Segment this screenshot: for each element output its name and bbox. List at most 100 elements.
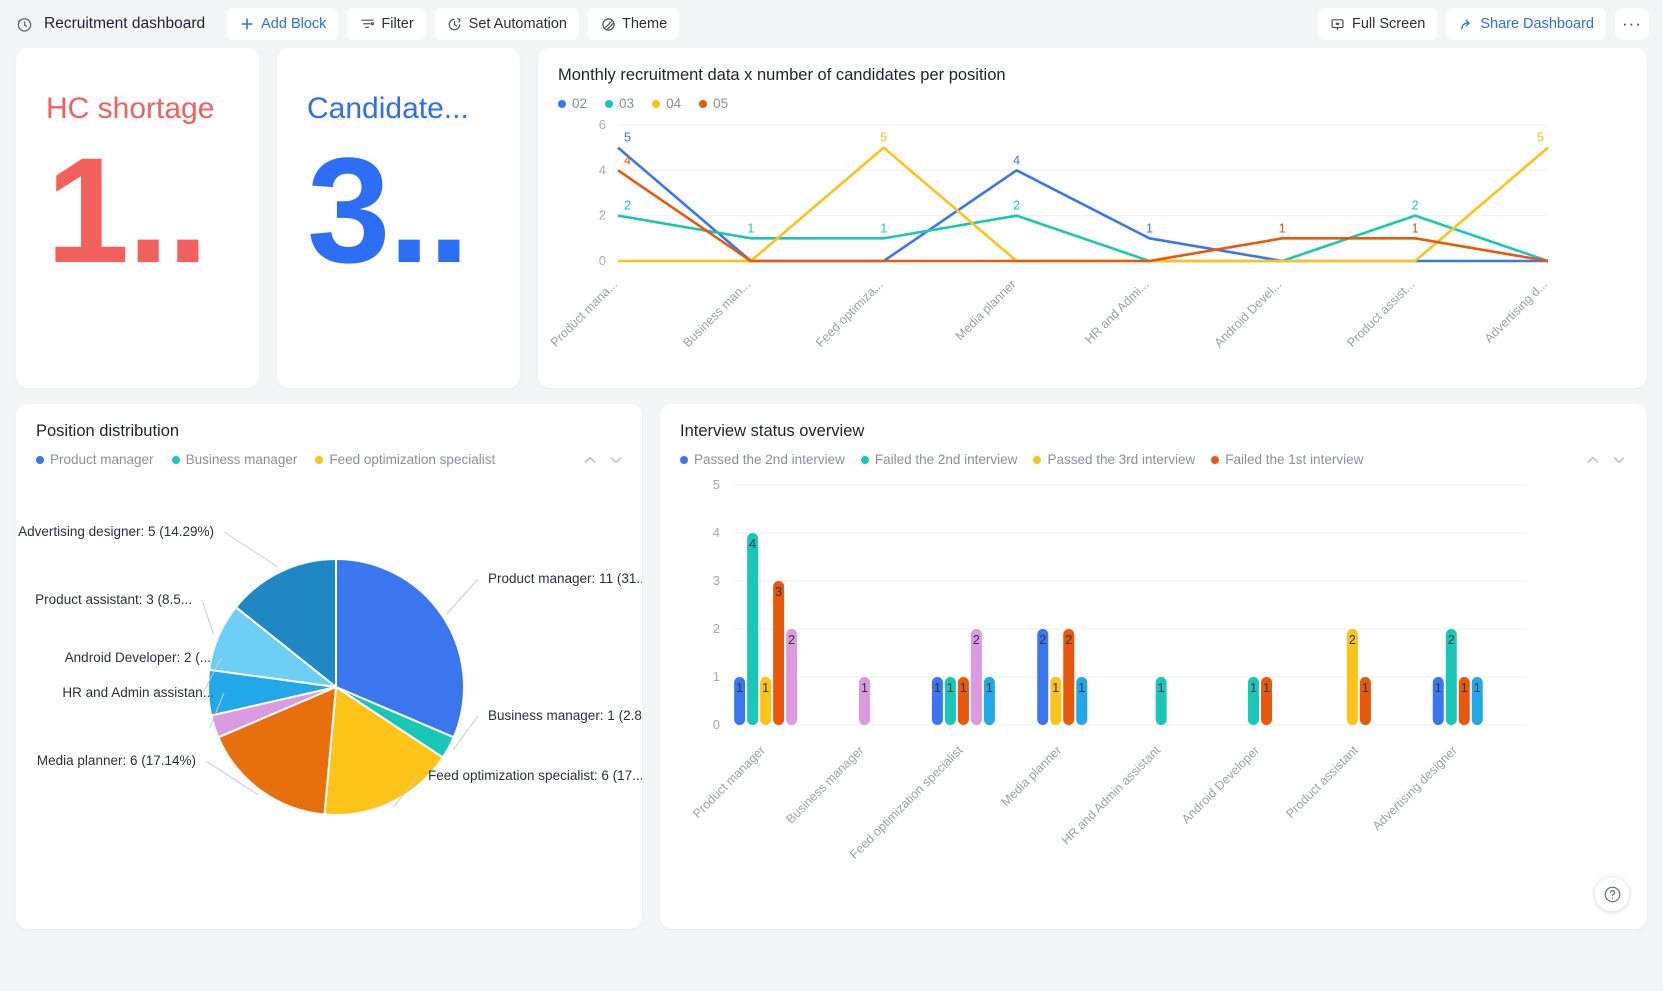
share-dashboard-button[interactable]: Share Dashboard <box>1446 8 1606 40</box>
pie-chart-card[interactable]: Position distribution Product manager Bus… <box>16 404 642 929</box>
legend-color-dot <box>699 99 708 108</box>
x-axis-category-label: HR and Admi... <box>1082 277 1151 346</box>
line-point-label: 1 <box>1412 221 1419 235</box>
dashboard-row-2: Position distribution Product manager Bus… <box>16 404 1647 929</box>
pie-slice-label: Business manager: 1 (2.8... <box>488 708 642 723</box>
pie-slice-label: Android Developer: 2 (... <box>65 650 211 665</box>
x-axis-category-label: Business manager <box>784 743 867 826</box>
legend-color-dot <box>315 455 324 464</box>
legend-item[interactable]: Feed optimization specialist <box>315 452 495 467</box>
set-automation-button[interactable]: Set Automation <box>434 8 579 40</box>
bar-value-label: 1 <box>986 681 993 695</box>
chevron-up-icon[interactable] <box>582 452 598 468</box>
bar-value-label: 1 <box>1263 681 1270 695</box>
legend-color-dot <box>1211 455 1220 464</box>
x-axis-category-label: Product mana... <box>548 277 620 349</box>
y-axis-tick: 0 <box>599 253 606 268</box>
toolbar-left: Recruitment dashboard <box>14 14 205 34</box>
help-button[interactable] <box>1595 877 1629 911</box>
add-block-label: Add Block <box>261 16 327 32</box>
set-automation-label: Set Automation <box>468 16 567 32</box>
legend-label: 03 <box>619 96 635 111</box>
line-point-label: 1 <box>880 221 887 235</box>
filter-button[interactable]: Filter <box>347 8 426 40</box>
legend-item[interactable]: 02 <box>558 96 587 111</box>
filter-label: Filter <box>381 16 414 32</box>
x-axis-category-label: Android Devel... <box>1212 277 1285 350</box>
line-point-label: 1 <box>1146 221 1153 235</box>
theme-label: Theme <box>622 16 668 32</box>
line-chart-card[interactable]: Monthly recruitment data x number of can… <box>538 48 1647 388</box>
y-axis-tick: 4 <box>599 162 606 177</box>
x-axis-category-label: Feed optimiza... <box>813 277 886 350</box>
legend-item[interactable]: 05 <box>699 96 728 111</box>
y-axis-tick: 2 <box>713 621 720 636</box>
legend-color-dot <box>171 455 180 464</box>
legend-item[interactable]: 04 <box>652 96 681 111</box>
toolbar-actions: Add Block Filter Set Automation Theme <box>227 8 680 40</box>
add-block-button[interactable]: Add Block <box>227 8 339 40</box>
bar-value-label: 2 <box>1039 633 1046 647</box>
line-point-label: 1 <box>747 221 754 235</box>
line-point-label: 2 <box>1412 199 1419 213</box>
line-series-02 <box>617 146 1548 263</box>
line-point-label: 2 <box>1013 199 1020 213</box>
chevron-up-icon[interactable] <box>1585 452 1601 468</box>
bar-value-label: 2 <box>973 633 980 647</box>
pie-slice-label: HR and Admin assistan... <box>62 685 214 700</box>
more-options-button[interactable]: ··· <box>1615 8 1649 40</box>
legend-label: 04 <box>666 96 682 111</box>
legend-item[interactable]: Passed the 2nd interview <box>680 452 845 467</box>
legend-item[interactable]: Product manager <box>36 452 154 467</box>
kpi-card-hc-shortage[interactable]: HC shortage 1.. <box>16 48 259 388</box>
kpi-title: Candidate... <box>307 92 469 125</box>
bar-value-label: 4 <box>749 537 756 551</box>
bar-value-label: 1 <box>762 681 769 695</box>
y-axis-tick: 1 <box>713 669 720 684</box>
legend-item[interactable]: Failed the 2nd interview <box>860 452 1017 467</box>
bar-value-label: 1 <box>1362 681 1369 695</box>
bar-value-label: 1 <box>934 681 941 695</box>
legend-item[interactable]: Business manager <box>171 452 298 467</box>
legend-item[interactable]: Failed the 1st interview <box>1211 452 1363 467</box>
legend-label: Business manager <box>185 452 298 467</box>
legend-item[interactable]: Passed the 3rd interview <box>1033 452 1195 467</box>
question-circle-icon <box>1603 885 1622 904</box>
bar-chart-card[interactable]: Interview status overview Passed the 2nd… <box>660 404 1647 929</box>
pie-leader-line <box>201 599 215 635</box>
legend-item[interactable]: 03 <box>605 96 634 111</box>
toolbar-right: Full Screen Share Dashboard ··· <box>1317 8 1649 40</box>
theme-palette-icon <box>600 16 616 32</box>
chevron-down-icon[interactable] <box>1611 452 1627 468</box>
bar-chart-svg: 543210141321 1 1 1212121 1 1 121 121 1Product ma… <box>690 477 1525 862</box>
chevron-down-icon[interactable] <box>608 452 624 468</box>
pie-slice-label: Advertising designer: 5 (14.29%) <box>18 524 214 539</box>
bar-value-label: 1 <box>1474 681 1481 695</box>
kpi-card-candidates[interactable]: Candidate... 3.. <box>277 48 520 388</box>
bar[interactable] <box>773 581 785 725</box>
legend-color-dot <box>1033 455 1042 464</box>
pie-chart-title: Position distribution <box>36 422 180 440</box>
line-chart-plot: 6 4 2 0 5 4 2 1 5 1 4 2 1 1 1 2 1 5 Product mana... Busines… <box>548 111 1627 361</box>
line-chart-title: Monthly recruitment data x number of can… <box>558 66 1006 84</box>
line-point-label: 5 <box>1537 131 1544 145</box>
pie-collapse-controls <box>582 450 624 468</box>
y-axis-tick: 0 <box>713 717 720 732</box>
theme-button[interactable]: Theme <box>588 8 680 40</box>
bar-value-label: 1 <box>960 681 967 695</box>
bar-chart-title: Interview status overview <box>680 422 865 440</box>
dashboard-row-1: HC shortage 1.. Candidate... 3.. Monthly… <box>16 48 1647 388</box>
full-screen-button[interactable]: Full Screen <box>1317 8 1438 40</box>
line-point-label: 4 <box>624 153 631 167</box>
bar-value-label: 1 <box>1461 681 1468 695</box>
pie-slice-label: Product assistant: 3 (8.5... <box>35 592 192 607</box>
bar-value-label: 1 <box>1052 681 1059 695</box>
y-axis-tick: 2 <box>599 208 606 223</box>
bar-value-label: 2 <box>1349 633 1356 647</box>
bar[interactable] <box>747 533 759 725</box>
kpi-title: HC shortage <box>46 92 215 125</box>
full-screen-icon <box>1330 16 1346 32</box>
legend-label: Feed optimization specialist <box>329 452 496 467</box>
x-axis-category-label: Product manager <box>690 743 768 821</box>
y-axis-tick: 4 <box>713 525 720 540</box>
